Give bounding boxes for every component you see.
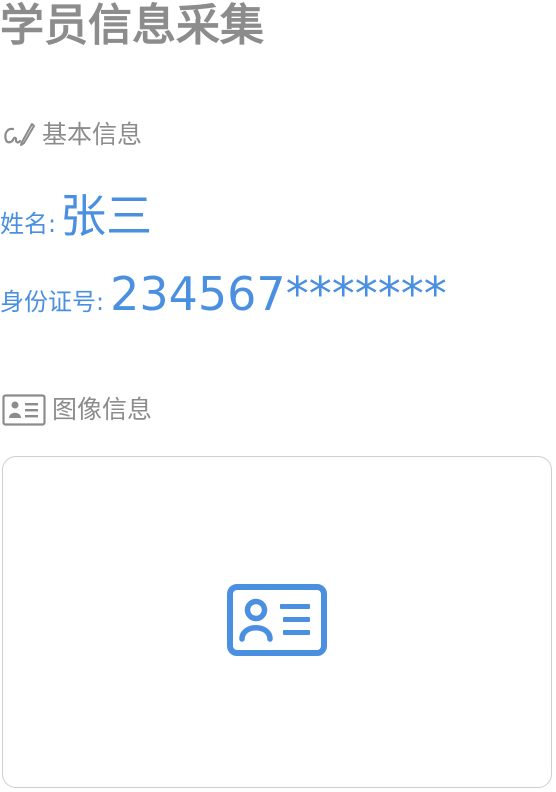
basic-info-header: 基本信息	[2, 120, 142, 150]
image-info-header: 图像信息	[2, 394, 152, 426]
name-field: 姓名: 张三	[0, 188, 152, 244]
id-card-upload-icon[interactable]	[227, 584, 327, 660]
id-number-field: 身份证号: 234567*******	[0, 266, 447, 322]
id-card-icon	[2, 394, 46, 426]
page-title: 学员信息采集	[0, 0, 264, 51]
pen-signature-icon	[2, 120, 36, 150]
id-number-value: 234567*******	[110, 267, 447, 321]
image-upload-area[interactable]	[2, 456, 552, 788]
basic-info-header-label: 基本信息	[42, 120, 143, 149]
id-number-label: 身份证号:	[0, 288, 105, 316]
image-info-header-label: 图像信息	[52, 395, 153, 424]
name-value: 张三	[60, 189, 153, 243]
page: 学员信息采集 基本信息 姓名: 张三 身份证号: 234567******* 图…	[0, 0, 556, 792]
name-label: 姓名:	[0, 210, 57, 238]
